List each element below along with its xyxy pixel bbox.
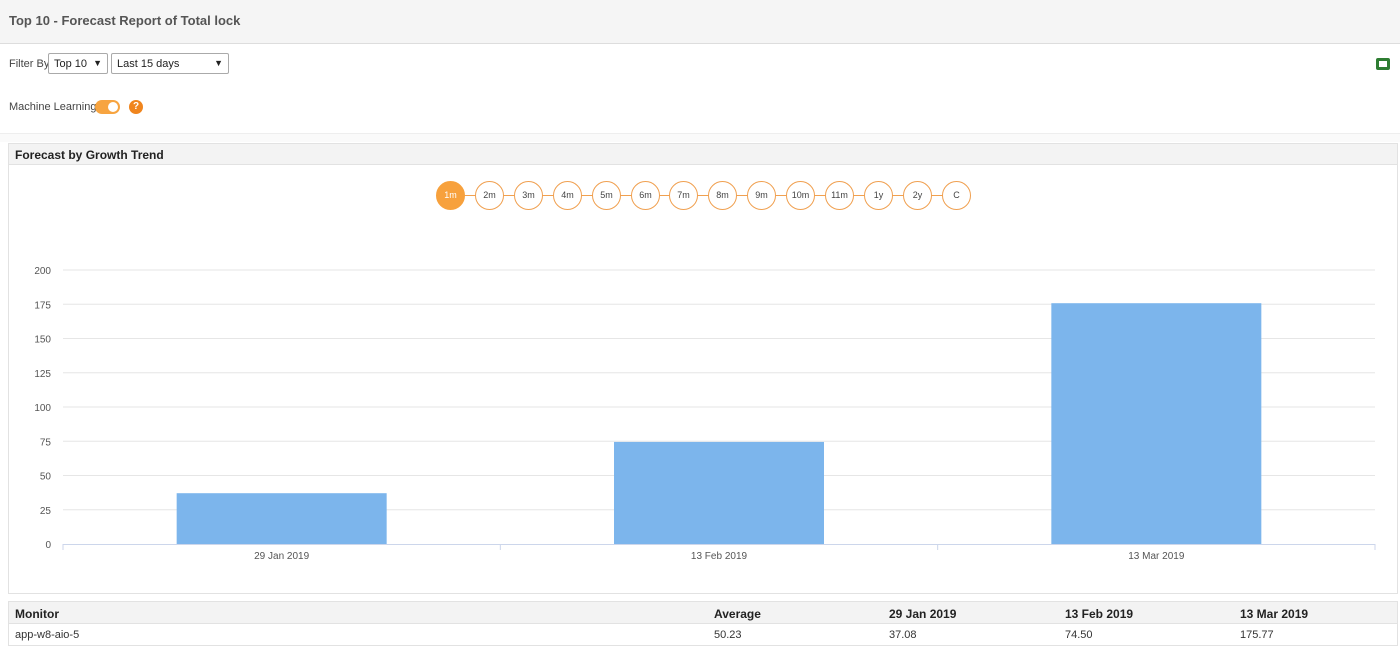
y-tick-label: 125 — [34, 369, 51, 380]
forecast-table: Monitor Average 29 Jan 2019 13 Feb 2019 … — [8, 601, 1398, 646]
y-tick-label: 50 — [40, 472, 52, 483]
col-header-monitor: Monitor — [15, 607, 59, 621]
bar-3 — [1051, 303, 1262, 544]
y-tick-label: 175 — [34, 300, 51, 311]
x-category-label: 13 Feb 2019 — [691, 551, 748, 562]
y-tick-label: 75 — [40, 437, 52, 448]
y-tick-label: 25 — [40, 506, 52, 517]
y-tick-label: 0 — [45, 540, 51, 551]
bar-1 — [176, 493, 387, 544]
y-tick-label: 150 — [34, 335, 51, 346]
x-category-label: 29 Jan 2019 — [254, 551, 309, 562]
x-category-label: 13 Mar 2019 — [1128, 551, 1185, 562]
date-2-cell: 74.50 — [1065, 629, 1093, 641]
y-tick-label: 200 — [34, 266, 51, 277]
col-header-average: Average — [714, 607, 761, 621]
average-cell: 50.23 — [714, 629, 742, 641]
table-header: Monitor Average 29 Jan 2019 13 Feb 2019 … — [9, 602, 1397, 624]
col-header-date-3: 13 Mar 2019 — [1240, 607, 1309, 621]
bar-2 — [614, 441, 824, 544]
col-header-date-1: 29 Jan 2019 — [889, 607, 957, 621]
col-header-date-2: 13 Feb 2019 — [1065, 607, 1134, 621]
date-3-cell: 175.77 — [1240, 629, 1274, 641]
y-tick-label: 100 — [34, 403, 51, 414]
monitor-name-cell[interactable]: app-w8-aio-5 — [15, 629, 79, 641]
date-1-cell: 37.08 — [889, 629, 917, 641]
forecast-bar-chart: 0 25 50 75 100 125 150 175 200 29 Jan 2019 13 Feb … — [34, 266, 1376, 562]
